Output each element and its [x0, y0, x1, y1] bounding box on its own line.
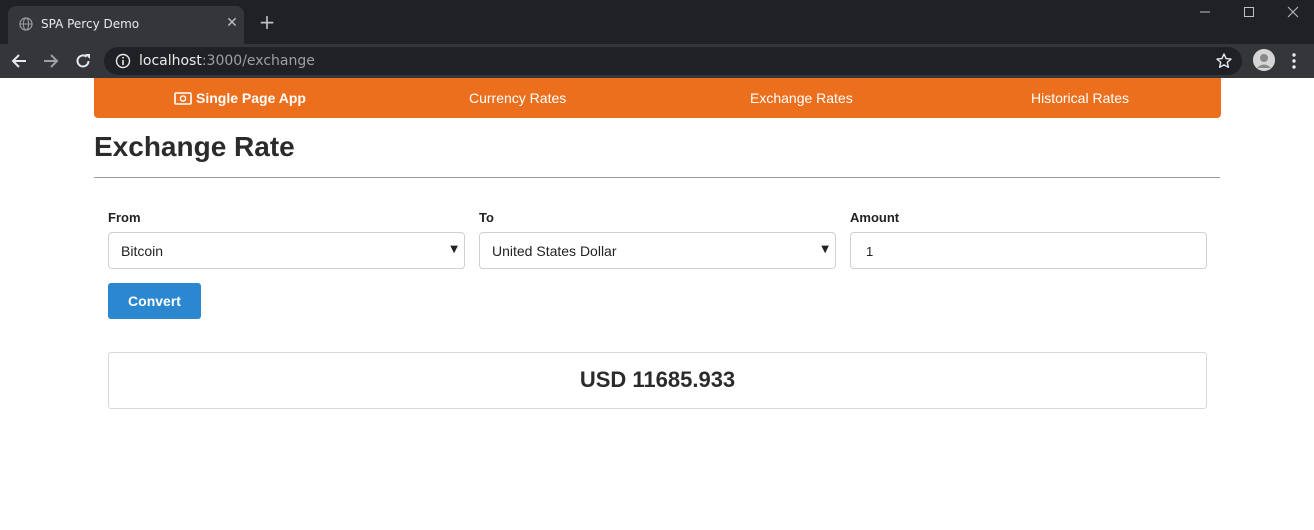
back-arrow-icon[interactable] [10, 52, 28, 70]
nav-link-currency-rates[interactable]: Currency Rates [469, 90, 566, 106]
page-title: Exchange Rate [94, 131, 295, 162]
new-tab-button[interactable]: + [258, 12, 276, 32]
url-text: localhost:3000/exchange [139, 53, 315, 69]
from-select-value: Bitcoin [121, 243, 164, 259]
amount-input[interactable]: 1 [850, 232, 1207, 269]
address-bar[interactable]: localhost:3000/exchange [104, 47, 1242, 75]
to-select[interactable]: United States Dollar ▼ [479, 232, 836, 269]
maximize-icon[interactable] [1240, 4, 1258, 20]
result-panel: USD 11685.933 [108, 352, 1207, 409]
close-window-icon[interactable] [1284, 4, 1302, 20]
browser-tab[interactable]: SPA Percy Demo ✕ [8, 6, 244, 44]
avatar-icon[interactable] [1253, 49, 1275, 71]
nav-link-exchange-rates[interactable]: Exchange Rates [750, 90, 853, 106]
from-select[interactable]: Bitcoin ▼ [108, 232, 465, 269]
reload-icon[interactable] [74, 52, 92, 70]
to-select-value: United States Dollar [492, 243, 617, 259]
info-icon[interactable] [115, 53, 131, 69]
url-host: localhost [139, 53, 202, 69]
from-label: From [108, 210, 141, 225]
forward-arrow-icon[interactable] [42, 52, 60, 70]
tab-title: SPA Percy Demo [41, 17, 140, 31]
to-label: To [479, 210, 494, 225]
url-path: :3000/exchange [201, 53, 315, 69]
caret-down-icon: ▼ [450, 244, 458, 255]
amount-label: Amount [850, 210, 900, 225]
browser-toolbar: localhost:3000/exchange [0, 44, 1314, 78]
star-icon[interactable] [1215, 52, 1233, 70]
close-tab-icon[interactable]: ✕ [224, 15, 240, 31]
brand-link[interactable]: Single Page App [174, 90, 306, 106]
title-divider [94, 177, 1220, 178]
caret-down-icon: ▼ [821, 244, 829, 255]
amount-input-value: 1 [866, 244, 874, 259]
app-navbar: Single Page App Currency Rates Exchange … [94, 78, 1221, 118]
browser-titlebar: SPA Percy Demo ✕ + [0, 0, 1314, 44]
money-bill-icon [174, 91, 192, 105]
kebab-menu-icon[interactable] [1286, 52, 1302, 70]
brand-label: Single Page App [196, 90, 306, 106]
nav-link-historical-rates[interactable]: Historical Rates [1031, 90, 1129, 106]
result-text: USD 11685.933 [579, 367, 736, 392]
minimize-icon[interactable] [1196, 4, 1214, 20]
convert-button[interactable]: Convert [108, 283, 201, 319]
globe-icon [19, 17, 33, 31]
